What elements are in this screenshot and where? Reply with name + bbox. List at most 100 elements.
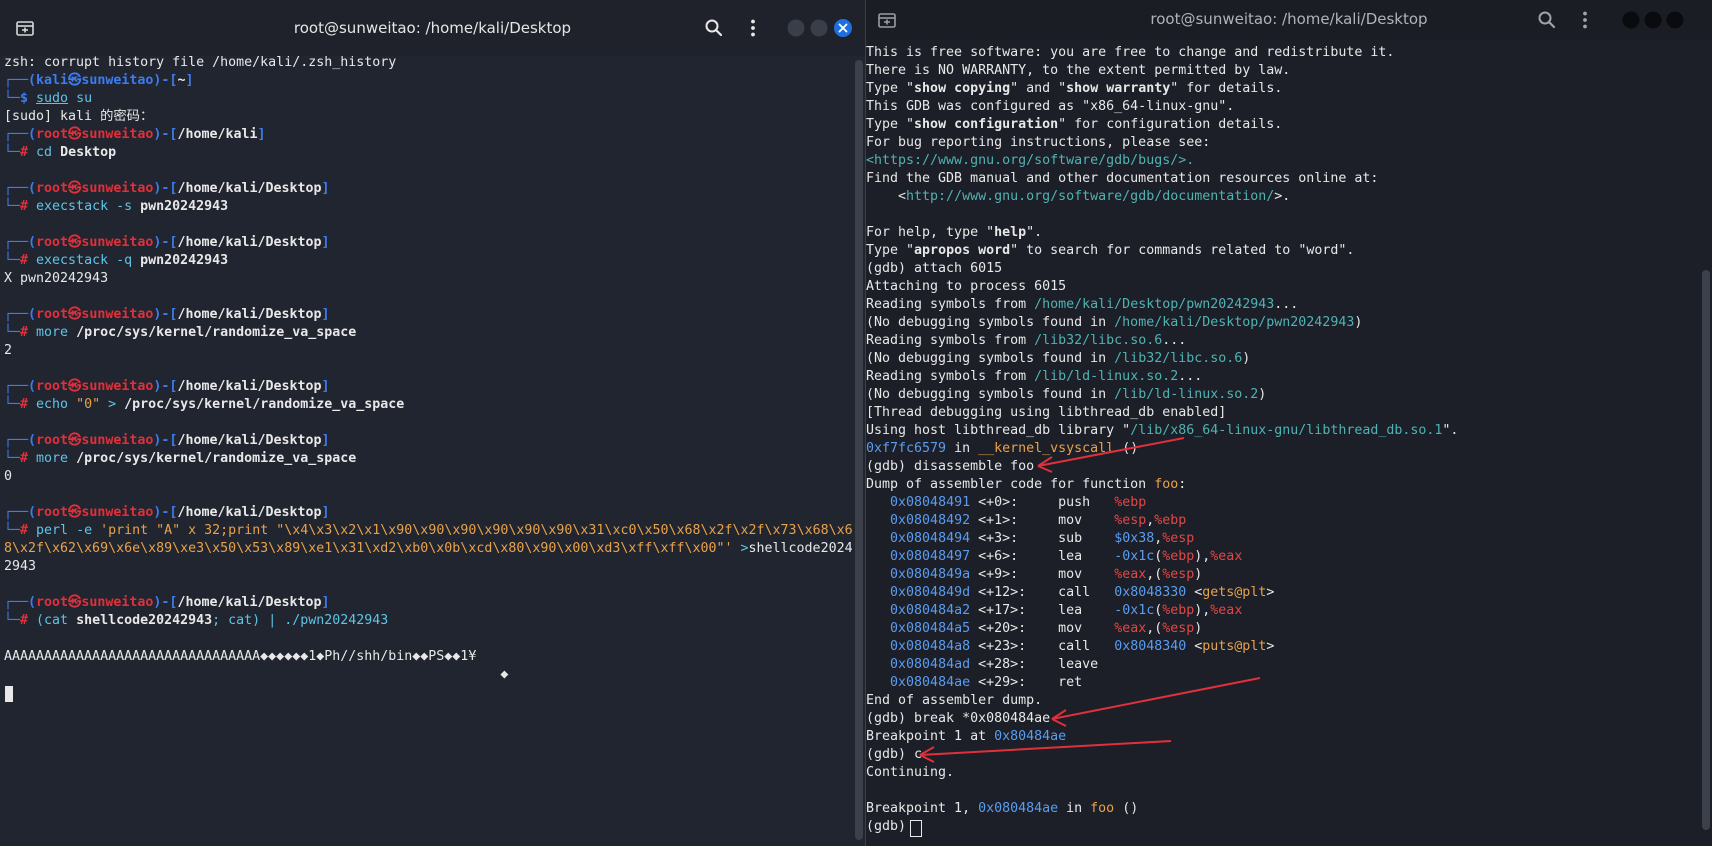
terminal-text: () — [1114, 441, 1139, 456]
terminal-line: Continuing. — [866, 764, 1696, 782]
terminal-line: (gdb) disassemble foo — [866, 458, 1696, 476]
terminal-text: /proc/sys/kernel/randomize_va_space — [76, 325, 357, 340]
terminal-line: For help, type "help". — [866, 224, 1696, 242]
terminal-text: └─ — [4, 523, 21, 538]
terminal-text: ┌──( — [4, 433, 37, 448]
terminal-text: : — [1178, 477, 1187, 492]
maximize-icon[interactable] — [808, 17, 830, 39]
terminal-text: )-[ — [153, 73, 178, 88]
terminal-line: 0xf7fc6579 in __kernel_vsyscall () — [866, 440, 1696, 458]
terminal-text: [Thread debugging using libthread_db ena… — [866, 405, 1227, 420]
gdb-output[interactable]: This is free software: you are free to c… — [866, 44, 1696, 836]
terminal-line: 8\x2f\x62\x69\x6e\x89\xe3\x50\x53\x89\xe… — [4, 540, 853, 558]
terminal-text: # — [20, 253, 37, 268]
terminal-text: X pwn20242943 — [4, 271, 109, 286]
terminal-line: └─# cd Desktop — [4, 144, 849, 162]
terminal-text: show copying — [914, 81, 1011, 96]
terminal-text: ] — [257, 127, 266, 142]
terminal-line: 0 — [4, 468, 849, 486]
terminal-text: execstack — [36, 199, 117, 214]
terminal-text: # — [20, 199, 37, 214]
close-icon[interactable] — [832, 17, 854, 39]
terminal-line: (No debugging symbols found in /lib32/li… — [866, 350, 1696, 368]
terminal-text: Type " — [866, 243, 915, 258]
terminal-text: %esp — [1162, 621, 1195, 636]
search-icon[interactable] — [703, 17, 725, 39]
terminal-text: <+3>: sub — [970, 531, 1115, 546]
terminal-text: For help, type " — [866, 225, 995, 240]
terminal-line: AAAAAAAAAAAAAAAAAAAAAAAAAAAAAAAA◆◆◆◆◆◆1◆… — [4, 648, 849, 666]
terminal-line: 0x08048497 <+6>: lea -0x1c(%ebp),%eax — [866, 548, 1696, 566]
terminal-text: ) — [1194, 621, 1203, 636]
terminal-text: /home/kali/Desktop — [177, 505, 322, 520]
terminal-line: └─# execstack -q pwn20242943 — [4, 252, 849, 270]
terminal-line: Type "show copying" and "show warranty" … — [866, 80, 1696, 98]
terminal-text: <+23>: call — [970, 639, 1115, 654]
terminal-text: %eax — [1210, 603, 1243, 618]
terminal-text: " and " — [1010, 81, 1067, 96]
terminal-text: ] — [321, 433, 330, 448]
maximize-icon[interactable] — [1642, 9, 1664, 31]
search-icon[interactable] — [1536, 9, 1558, 31]
terminal-text: 2943 — [4, 559, 37, 574]
terminal-text: () — [1114, 801, 1139, 816]
terminal-text: ] — [321, 181, 330, 196]
terminal-text: $0x38 — [1114, 531, 1155, 546]
terminal-text: └─ — [4, 199, 21, 214]
terminal-text: ; cat) | — [212, 613, 285, 628]
terminal-line: ┌──(root㉿sunweitao)-[/home/kali/Desktop] — [4, 306, 849, 324]
terminal-text: /lib32/libc.so.6 — [1114, 351, 1243, 366]
kebab-menu-icon[interactable] — [1574, 9, 1596, 31]
terminal-text: in — [1058, 801, 1091, 816]
scrollbar[interactable] — [1702, 270, 1710, 830]
terminal-line: zsh: corrupt history file /home/kali/.zs… — [4, 54, 849, 72]
terminal-text: perl — [36, 523, 77, 538]
terminal-output[interactable]: zsh: corrupt history file /home/kali/.zs… — [4, 54, 853, 684]
terminal-text: > — [1266, 639, 1275, 654]
terminal-text: └─ — [4, 451, 21, 466]
terminal-line: Reading symbols from /lib/ld-linux.so.2.… — [866, 368, 1696, 386]
terminal-text: └─ — [4, 613, 21, 628]
terminal-text: /lib32/libc.so.6 — [1034, 333, 1163, 348]
terminal-line: 0x080484ad <+28>: leave — [866, 656, 1696, 674]
terminal-line: └─# more /proc/sys/kernel/randomize_va_s… — [4, 450, 849, 468]
terminal-text: ] — [321, 379, 330, 394]
terminal-text: <+17>: lea — [970, 603, 1115, 618]
terminal-text: )-[ — [153, 505, 178, 520]
terminal-text: < — [866, 189, 907, 204]
terminal-line: └─# echo "0" > /proc/sys/kernel/randomiz… — [4, 396, 849, 414]
terminal-text: /proc/sys/kernel/randomize_va_space — [124, 397, 405, 412]
close-icon[interactable] — [1664, 9, 1686, 31]
terminal-text: 0x80484ae — [994, 729, 1067, 744]
terminal-text: /home/kali/Desktop/pwn20242943 — [1114, 315, 1355, 330]
terminal-text: /home/kali/Desktop — [177, 235, 322, 250]
terminal-text: <+0>: push — [970, 495, 1115, 510]
terminal-line: (gdb) attach 6015 — [866, 260, 1696, 278]
terminal-text: 0x080484a8 — [890, 639, 971, 654]
minimize-icon[interactable] — [1620, 9, 1642, 31]
terminal-line: 0x0804849d <+12>: call 0x8048330 <gets@p… — [866, 584, 1696, 602]
scrollbar[interactable] — [855, 60, 863, 840]
terminal-text: more — [36, 325, 77, 340]
terminal-text: ┌──( — [4, 307, 37, 322]
terminal-text: ] — [321, 235, 330, 250]
terminal-text: <+1>: mov — [970, 513, 1115, 528]
terminal-text: > — [1266, 585, 1275, 600]
terminal-text: Desktop — [60, 145, 117, 160]
terminal-text: # — [20, 145, 37, 160]
terminal-text: %ebp — [1154, 513, 1187, 528]
kebab-menu-icon[interactable] — [742, 17, 764, 39]
terminal-line: This GDB was configured as "x86_64-linux… — [866, 98, 1696, 116]
terminal-line: ┌──(root㉿sunweitao)-[/home/kali/Desktop] — [4, 594, 849, 612]
minimize-icon[interactable] — [785, 17, 807, 39]
terminal-text: Type " — [866, 81, 915, 96]
terminal-text: (No debugging symbols found in — [866, 315, 1115, 330]
terminal-text: # — [20, 397, 37, 412]
terminal-text: 0x08048497 — [890, 549, 971, 564]
terminal-text: ,( — [1146, 567, 1163, 582]
